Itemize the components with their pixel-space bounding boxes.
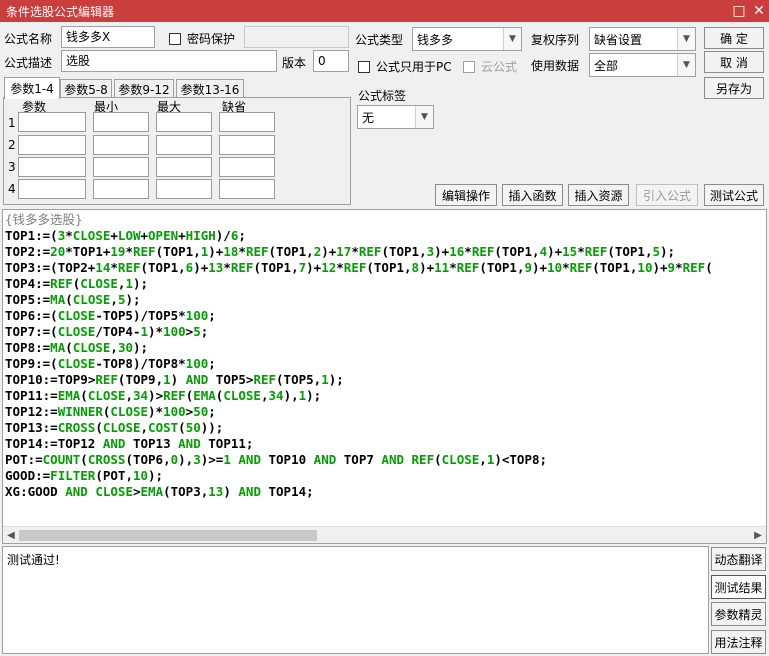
password-checkbox[interactable]: 密码保护 [169,30,235,47]
code-line: {钱多多选股} [5,212,83,227]
param-min-input[interactable] [93,157,149,177]
code-line: TOP4:=REF(CLOSE,1); [5,276,149,291]
scroll-right-icon[interactable]: ▶ [750,527,766,543]
code-line: POT:=COUNT(CROSS(TOP6,0),3)>=1 AND TOP10… [5,452,548,467]
cloud-checkbox[interactable]: 云公式 [463,58,517,75]
import-formula-button[interactable]: 引入公式 [636,184,698,206]
param-row-number: 1 [8,116,16,130]
code-line: TOP10:=TOP9>REF(TOP9,1) AND TOP5>REF(TOP… [5,372,344,387]
code-line: TOP13:=CROSS(CLOSE,COST(50)); [5,420,224,435]
insert-resource-button[interactable]: 插入资源 [568,184,629,206]
insert-function-button[interactable]: 插入函数 [502,184,563,206]
param-default-input[interactable] [219,179,275,199]
checkbox-box[interactable] [358,60,370,73]
name-input[interactable]: 钱多多X [61,26,155,48]
type-value: 钱多多 [417,33,454,47]
password-label: 密码保护 [187,32,236,46]
checkbox-box[interactable] [169,32,181,45]
scroll-left-icon[interactable]: ◀ [3,527,19,543]
rights-label: 复权序列 [531,33,580,47]
desc-input[interactable]: 选股 [61,50,277,72]
password-input[interactable] [244,26,349,48]
formula-code[interactable]: {钱多多选股} TOP1:=(3*CLOSE+LOW+OPEN+HIGH)/6; T… [5,212,713,500]
data-label: 使用数据 [531,59,580,73]
tag-select[interactable]: 无 ▼ [357,105,434,129]
edit-ops-button[interactable]: 编辑操作 [435,184,497,206]
param-min-input[interactable] [93,135,149,155]
code-line: TOP5:=MA(CLOSE,5); [5,292,141,307]
param-max-input[interactable] [156,179,212,199]
param-name-input[interactable] [18,135,86,155]
maximize-icon[interactable]: □ [729,1,749,21]
pc-only-checkbox[interactable]: 公式只用于PC [358,58,452,75]
dynamic-translate-button[interactable]: 动态翻译 [711,547,766,571]
type-select[interactable]: 钱多多 ▼ [412,27,522,51]
rights-value: 缺省设置 [594,33,643,47]
tab-params-9-12[interactable]: 参数9-12 [114,79,174,99]
scroll-thumb[interactable] [19,530,317,541]
code-line: TOP2:=20*TOP1+19*REF(TOP1,1)+18*REF(TOP1… [5,244,676,259]
tag-value: 无 [362,111,375,125]
param-max-input[interactable] [156,112,212,132]
param-max-input[interactable] [156,157,212,177]
param-name-input[interactable] [18,179,86,199]
code-line: TOP3:=(TOP2+14*REF(TOP1,6)+13*REF(TOP1,7… [5,260,713,275]
code-line: TOP6:=(CLOSE-TOP5)/TOP5*100; [5,308,216,323]
code-line: GOOD:=FILTER(POT,10); [5,468,164,483]
test-result-button[interactable]: 测试结果 [711,575,766,599]
tab-params-13-16[interactable]: 参数13-16 [176,79,244,99]
horizontal-scrollbar[interactable]: ◀ ▶ [3,526,766,543]
param-row-number: 2 [8,138,16,152]
code-line: TOP7:=(CLOSE/TOP4-1)*100>5; [5,324,209,339]
tab-params-1-4[interactable]: 参数1-4 [4,77,60,99]
cancel-button[interactable]: 取 消 [704,51,764,73]
code-line: TOP1:=(3*CLOSE+LOW+OPEN+HIGH)/6; [5,228,246,243]
param-default-input[interactable] [219,135,275,155]
window-title: 条件选股公式编辑器 [6,4,115,19]
param-default-input[interactable] [219,112,275,132]
param-max-input[interactable] [156,135,212,155]
chevron-down-icon: ▼ [503,28,521,50]
pc-only-label: 公式只用于PC [376,60,452,74]
close-icon[interactable]: ✕ [749,1,769,21]
data-select[interactable]: 全部 ▼ [589,53,696,77]
param-default-input[interactable] [219,157,275,177]
code-line: TOP12:=WINNER(CLOSE)*100>50; [5,404,216,419]
chevron-down-icon: ▼ [677,54,695,76]
tab-params-5-8[interactable]: 参数5-8 [60,79,112,99]
desc-label: 公式描述 [4,56,53,70]
version-input[interactable]: 0 [313,50,349,72]
save-as-button[interactable]: 另存为 [704,77,764,99]
code-line: TOP14:=TOP12 AND TOP13 AND TOP11; [5,436,254,451]
code-line: TOP11:=EMA(CLOSE,34)>REF(EMA(CLOSE,34),1… [5,388,322,403]
title-bar: 条件选股公式编辑器 □ ✕ [0,0,769,22]
param-row-number: 3 [8,160,16,174]
param-min-input[interactable] [93,112,149,132]
code-line: XG:GOOD AND CLOSE>EMA(TOP3,13) AND TOP14… [5,484,314,499]
formula-editor[interactable]: {钱多多选股} TOP1:=(3*CLOSE+LOW+OPEN+HIGH)/6; T… [2,209,767,544]
test-formula-button[interactable]: 测试公式 [704,184,764,206]
tag-label: 公式标签 [358,89,407,103]
code-line: TOP9:=(CLOSE-TOP8)/TOP8*100; [5,356,216,371]
name-label: 公式名称 [4,32,53,46]
param-min-input[interactable] [93,179,149,199]
cloud-label: 云公式 [481,60,518,74]
chevron-down-icon: ▼ [415,106,433,128]
data-value: 全部 [594,59,619,73]
param-wizard-button[interactable]: 参数精灵 [711,602,766,626]
type-label: 公式类型 [355,33,404,47]
code-line: TOP8:=MA(CLOSE,30); [5,340,149,355]
checkbox-box[interactable] [463,60,475,73]
chevron-down-icon: ▼ [677,28,695,50]
param-name-input[interactable] [18,112,86,132]
param-row-number: 4 [8,182,16,196]
status-text: 测试通过! [7,553,60,567]
rights-select[interactable]: 缺省设置 ▼ [589,27,696,51]
test-output: 测试通过! [2,546,709,654]
ok-button[interactable]: 确 定 [704,27,764,49]
version-label: 版本 [282,56,307,70]
param-panel: 参数 最小 最大 缺省 1 2 3 4 [3,97,351,205]
param-name-input[interactable] [18,157,86,177]
usage-notes-button[interactable]: 用法注释 [711,630,766,654]
